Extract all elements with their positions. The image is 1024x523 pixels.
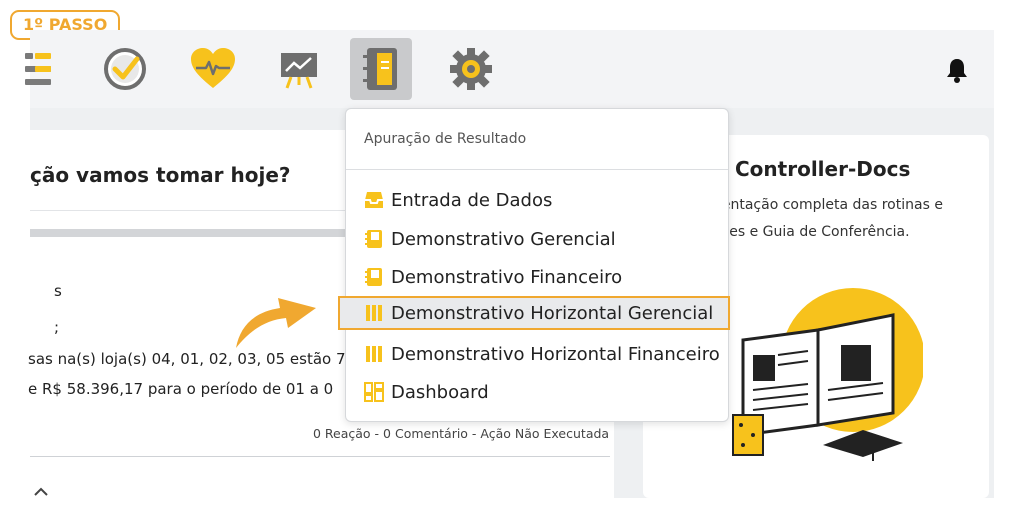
columns-icon xyxy=(363,343,385,365)
presentation-chart-icon[interactable] xyxy=(268,38,330,100)
controller-docs-title: Controller-Docs xyxy=(735,157,911,181)
dashboard-icon xyxy=(363,381,385,403)
clock-check-icon[interactable] xyxy=(94,38,156,100)
menu-item-label: Demonstrativo Financeiro xyxy=(391,266,623,288)
arrow-icon[interactable] xyxy=(34,482,48,501)
menu-item-demonstrativo-horizontal-financeiro[interactable]: Demonstrativo Horizontal Financeiro xyxy=(346,337,728,371)
menu-item-label: Demonstrativo Gerencial xyxy=(391,228,616,250)
dropdown-divider xyxy=(346,169,728,170)
divider xyxy=(30,456,610,457)
menu-item-label: Demonstrativo Horizontal Financeiro xyxy=(391,343,720,365)
gear-icon[interactable] xyxy=(440,38,502,100)
menu-item-demonstrativo-horizontal-gerencial[interactable]: Demonstrativo Horizontal Gerencial xyxy=(338,296,730,330)
pointer-arrow-icon xyxy=(232,268,328,354)
menu-item-label: Demonstrativo Horizontal Gerencial xyxy=(391,302,714,324)
book-illustration xyxy=(723,285,925,469)
columns-icon xyxy=(363,302,385,324)
menu-item-label: Entrada de Dados xyxy=(391,189,553,211)
menu-item-demonstrativo-gerencial[interactable]: Demonstrativo Gerencial xyxy=(346,222,728,256)
menu-item-demonstrativo-financeiro[interactable]: Demonstrativo Financeiro xyxy=(346,260,728,294)
dropdown-header: Apuração de Resultado xyxy=(364,131,527,147)
reaction-meta: 0 Reação - 0 Comentário - Ação Não Execu… xyxy=(313,426,610,441)
book-icon xyxy=(363,266,385,288)
notebook-icon[interactable] xyxy=(350,38,412,100)
text-fragment: s xyxy=(54,282,62,300)
top-navbar xyxy=(25,30,994,108)
heart-pulse-icon[interactable] xyxy=(182,38,244,100)
inbox-icon xyxy=(363,189,385,211)
dropdown-menu: Apuração de Resultado Entrada de Dados D… xyxy=(338,108,730,422)
text-fragment: ; xyxy=(54,318,60,336)
controller-docs-text: ções e Guia de Conferência. xyxy=(713,224,910,240)
menu-item-dashboard[interactable]: Dashboard xyxy=(346,375,728,409)
book-icon xyxy=(363,228,385,250)
card-title: ção vamos tomar hoje? xyxy=(30,163,291,187)
card-text-line: e R$ 58.396,17 para o período de 01 a 0 xyxy=(28,380,334,398)
controller-docs-text: nentação completa das rotinas e xyxy=(713,197,943,213)
menu-item-entrada-de-dados[interactable]: Entrada de Dados xyxy=(346,183,728,217)
menu-icon[interactable] xyxy=(12,38,74,100)
bell-icon[interactable] xyxy=(946,57,968,87)
gray-strip xyxy=(30,229,380,237)
menu-item-label: Dashboard xyxy=(391,381,489,403)
